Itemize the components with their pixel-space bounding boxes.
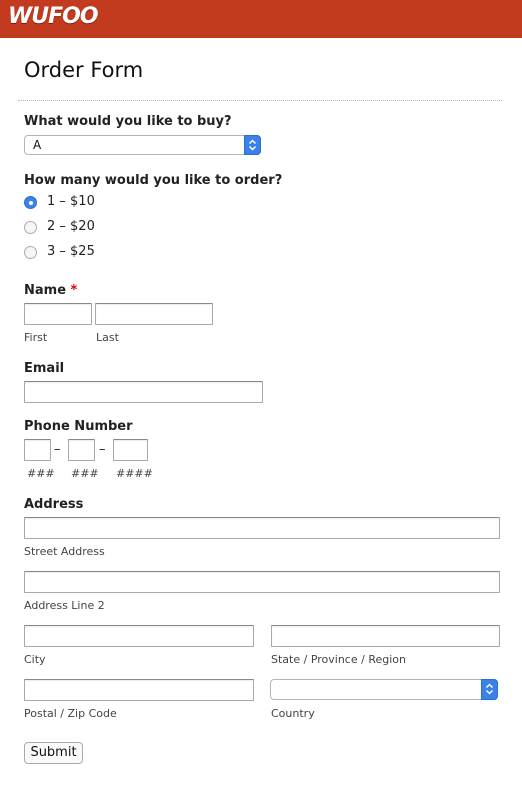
quantity-label: How many would you like to order? — [24, 173, 283, 188]
phone-line-input[interactable] — [113, 439, 148, 461]
quantity-option-label: 3 – $25 — [47, 244, 95, 259]
city-input[interactable] — [24, 625, 254, 647]
address-line2-sublabel: Address Line 2 — [24, 599, 105, 612]
email-label: Email — [24, 361, 65, 376]
address-line2-input[interactable] — [24, 571, 500, 593]
email-field[interactable] — [24, 381, 263, 403]
quantity-option-label: 2 – $20 — [47, 219, 95, 234]
city-sublabel: City — [24, 653, 46, 666]
address-label: Address — [24, 497, 84, 512]
phone-separator: – — [99, 442, 106, 457]
postal-code-sublabel: Postal / Zip Code — [24, 707, 117, 720]
first-name-input[interactable] — [24, 303, 92, 325]
quantity-option-2[interactable]: 2 – $20 — [24, 219, 224, 235]
phone-prefix-input[interactable] — [68, 439, 95, 461]
postal-code-input[interactable] — [24, 679, 254, 701]
select-stepper-icon — [481, 679, 498, 700]
wufoo-logo[interactable]: WUFOO — [8, 4, 99, 29]
form-title: Order Form — [24, 58, 144, 82]
street-address-input[interactable] — [24, 517, 500, 539]
select-stepper-icon — [244, 135, 261, 155]
quantity-option-3[interactable]: 3 – $25 — [24, 244, 224, 260]
submit-button[interactable]: Submit — [24, 742, 83, 764]
product-label: What would you like to buy? — [24, 114, 232, 129]
product-select-value: A — [33, 138, 42, 152]
required-marker: * — [70, 283, 78, 298]
phone-area-input[interactable] — [24, 439, 51, 461]
quantity-option-1[interactable]: 1 – $10 — [24, 194, 224, 210]
country-sublabel: Country — [271, 707, 315, 720]
phone-separator: – — [54, 442, 61, 457]
street-address-sublabel: Street Address — [24, 545, 105, 558]
phone-area-sublabel: ### — [27, 467, 55, 480]
radio-button[interactable] — [24, 221, 37, 234]
radio-button-checked[interactable] — [24, 196, 37, 209]
last-name-input[interactable] — [95, 303, 213, 325]
last-name-sublabel: Last — [96, 331, 119, 344]
country-select[interactable] — [270, 679, 498, 700]
radio-button[interactable] — [24, 246, 37, 259]
first-name-sublabel: First — [24, 331, 48, 344]
product-select[interactable]: A — [24, 135, 261, 155]
name-label-text: Name — [24, 283, 67, 298]
state-sublabel: State / Province / Region — [271, 653, 406, 666]
state-input[interactable] — [271, 625, 500, 647]
phone-line-sublabel: #### — [116, 467, 153, 480]
name-label: Name * — [24, 283, 77, 298]
quantity-option-label: 1 – $10 — [47, 194, 95, 209]
phone-prefix-sublabel: ### — [71, 467, 99, 480]
phone-label: Phone Number — [24, 419, 133, 434]
title-divider — [18, 100, 502, 101]
